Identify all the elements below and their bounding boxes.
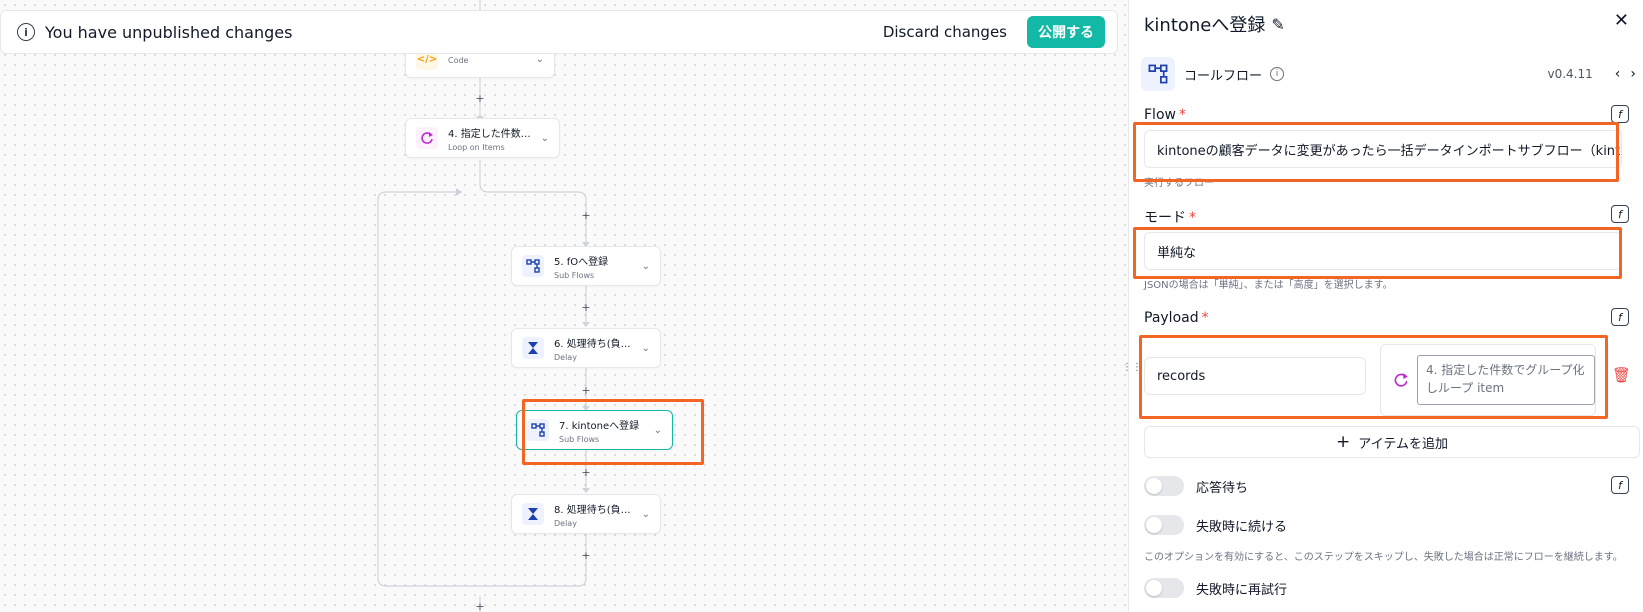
flow-node-delay[interactable]: 8. 処理待ち(負荷... Delay ⌄	[511, 494, 661, 534]
flow-hint: 実行するフロー	[1144, 178, 1214, 189]
step-settings-panel: kintoneへ登録 ✎ ✕ コールフロー i v0.4.11 ‹ › Flow…	[1128, 0, 1643, 612]
chevron-down-icon[interactable]: ⌄	[642, 509, 650, 520]
plus-icon: +	[1336, 432, 1351, 452]
chevron-left-icon[interactable]: ‹	[1615, 66, 1621, 82]
chevron-right-icon: ›	[1620, 244, 1621, 258]
flow-select-value: kintoneの顧客データに変更があったら一括データインポートサブフロー（kin…	[1157, 143, 1622, 159]
node-subtitle: Loop on Items	[448, 142, 505, 152]
add-item-button[interactable]: + アイテムを追加	[1144, 426, 1640, 458]
node-subtitle: Delay	[554, 518, 577, 528]
node-subtitle: Delay	[554, 352, 577, 362]
chevron-down-icon[interactable]: ⌄	[642, 343, 650, 354]
chevron-right-icon[interactable]: ›	[1630, 66, 1636, 82]
node-subtitle: Sub Flows	[554, 270, 595, 280]
flow-select[interactable]: kintoneの顧客データに変更があったら一括データインポートサブフロー（kin…	[1144, 130, 1622, 168]
payload-key-input[interactable]: records	[1144, 357, 1366, 395]
toggle-label: 失敗時に再試行	[1196, 582, 1288, 598]
app-header: コールフロー i v0.4.11 ‹ ›	[1141, 56, 1636, 92]
add-step-button[interactable]: +	[581, 301, 590, 314]
flow-label: Flow *	[1144, 107, 1186, 123]
panel-title: kintoneへ登録 ✎	[1144, 11, 1285, 37]
subflow-icon	[522, 255, 544, 277]
flow-node-subflow-selected[interactable]: 7. kintoneへ登録 Sub Flows ⌄	[516, 410, 673, 450]
subflow-icon	[527, 419, 549, 441]
continue-on-failure-hint: このオプションを有効にすると、このステップをスキップし、失敗した場合は正常にフロ…	[1144, 552, 1623, 563]
mode-select[interactable]: 単純な ›	[1144, 232, 1622, 270]
toggle-row-continue-on-failure: 失敗時に続ける	[1144, 515, 1287, 535]
node-title: 7. kintoneへ登録	[559, 420, 640, 432]
toggle-switch[interactable]	[1144, 515, 1184, 535]
version-label: v0.4.11	[1547, 67, 1593, 81]
formula-toggle-icon[interactable]: f	[1611, 205, 1629, 223]
chevron-right-icon: ›	[1620, 142, 1621, 156]
app-name: コールフロー	[1184, 68, 1263, 84]
panel-resize-handle[interactable]: ⋮⋮	[1122, 362, 1142, 378]
close-icon[interactable]: ✕	[1614, 10, 1629, 31]
node-title: 5. fOへ登録	[554, 256, 609, 268]
publish-button[interactable]: 公開する	[1027, 16, 1105, 48]
add-step-button[interactable]: +	[581, 384, 590, 397]
hourglass-icon	[522, 503, 544, 525]
formula-toggle-icon[interactable]: f	[1611, 476, 1629, 494]
payload-label: Payload *	[1144, 310, 1209, 326]
unpublished-banner: i You have unpublished changes Discard c…	[0, 10, 1118, 54]
toggle-row-retry-on-failure: 失敗時に再試行	[1144, 578, 1287, 598]
add-step-button[interactable]: +	[581, 209, 590, 222]
mode-hint: JSONの場合は「単純」、または「高度」を選択します。	[1144, 280, 1393, 291]
node-title: 4. 指定した件数で...	[448, 128, 535, 140]
discard-changes-button[interactable]: Discard changes	[883, 23, 1007, 41]
node-title: 8. 処理待ち(負荷...	[554, 504, 636, 516]
info-icon: i	[17, 23, 35, 41]
subflow-icon	[1141, 57, 1175, 91]
chevron-down-icon[interactable]: ⌄	[541, 133, 549, 144]
toggle-label: 失敗時に続ける	[1196, 519, 1288, 535]
chevron-down-icon[interactable]: ⌄	[536, 54, 544, 65]
payload-value-input[interactable]: 4. 指定した件数でグループ化しループ item	[1417, 355, 1595, 405]
chevron-down-icon[interactable]: ⌄	[654, 425, 662, 436]
payload-value-wrapper: 4. 指定した件数でグループ化しループ item	[1380, 344, 1596, 416]
toggle-switch[interactable]	[1144, 476, 1184, 496]
info-icon[interactable]: i	[1270, 67, 1285, 81]
toggle-label: 応答待ち	[1196, 480, 1249, 496]
step-name[interactable]: kintoneへ登録	[1144, 11, 1265, 37]
trash-icon[interactable]: 🗑	[1612, 366, 1631, 384]
add-step-button[interactable]: +	[581, 466, 590, 479]
add-step-button[interactable]: +	[581, 549, 590, 562]
hourglass-icon	[522, 337, 544, 359]
formula-toggle-icon[interactable]: f	[1611, 105, 1629, 123]
mode-select-value: 単純な	[1157, 245, 1197, 261]
node-subtitle: Code	[448, 56, 469, 65]
loop-icon	[1393, 372, 1409, 388]
add-step-button[interactable]: +	[475, 600, 484, 612]
chevron-down-icon[interactable]: ⌄	[642, 261, 650, 272]
pencil-icon[interactable]: ✎	[1271, 15, 1284, 34]
flow-node-loop[interactable]: 4. 指定した件数で... Loop on Items ⌄	[405, 118, 560, 158]
node-title: 6. 処理待ち(負荷...	[554, 338, 636, 350]
add-step-button[interactable]: +	[475, 92, 484, 105]
loop-icon	[416, 127, 438, 149]
node-subtitle: Sub Flows	[559, 434, 600, 444]
add-item-label: アイテムを追加	[1358, 436, 1448, 452]
banner-message: You have unpublished changes	[45, 22, 293, 42]
flow-node-delay[interactable]: 6. 処理待ち(負荷... Delay ⌄	[511, 328, 661, 368]
flow-canvas[interactable]: + + + + + + + </> Code ⌄ 4. 指定した件数で... L…	[0, 0, 1128, 612]
flow-node-subflow[interactable]: 5. fOへ登録 Sub Flows ⌄	[511, 246, 661, 286]
formula-toggle-icon[interactable]: f	[1611, 308, 1629, 326]
mode-label: モード *	[1144, 210, 1196, 226]
toggle-row-wait-response: 応答待ち	[1144, 476, 1248, 496]
toggle-switch[interactable]	[1144, 578, 1184, 598]
